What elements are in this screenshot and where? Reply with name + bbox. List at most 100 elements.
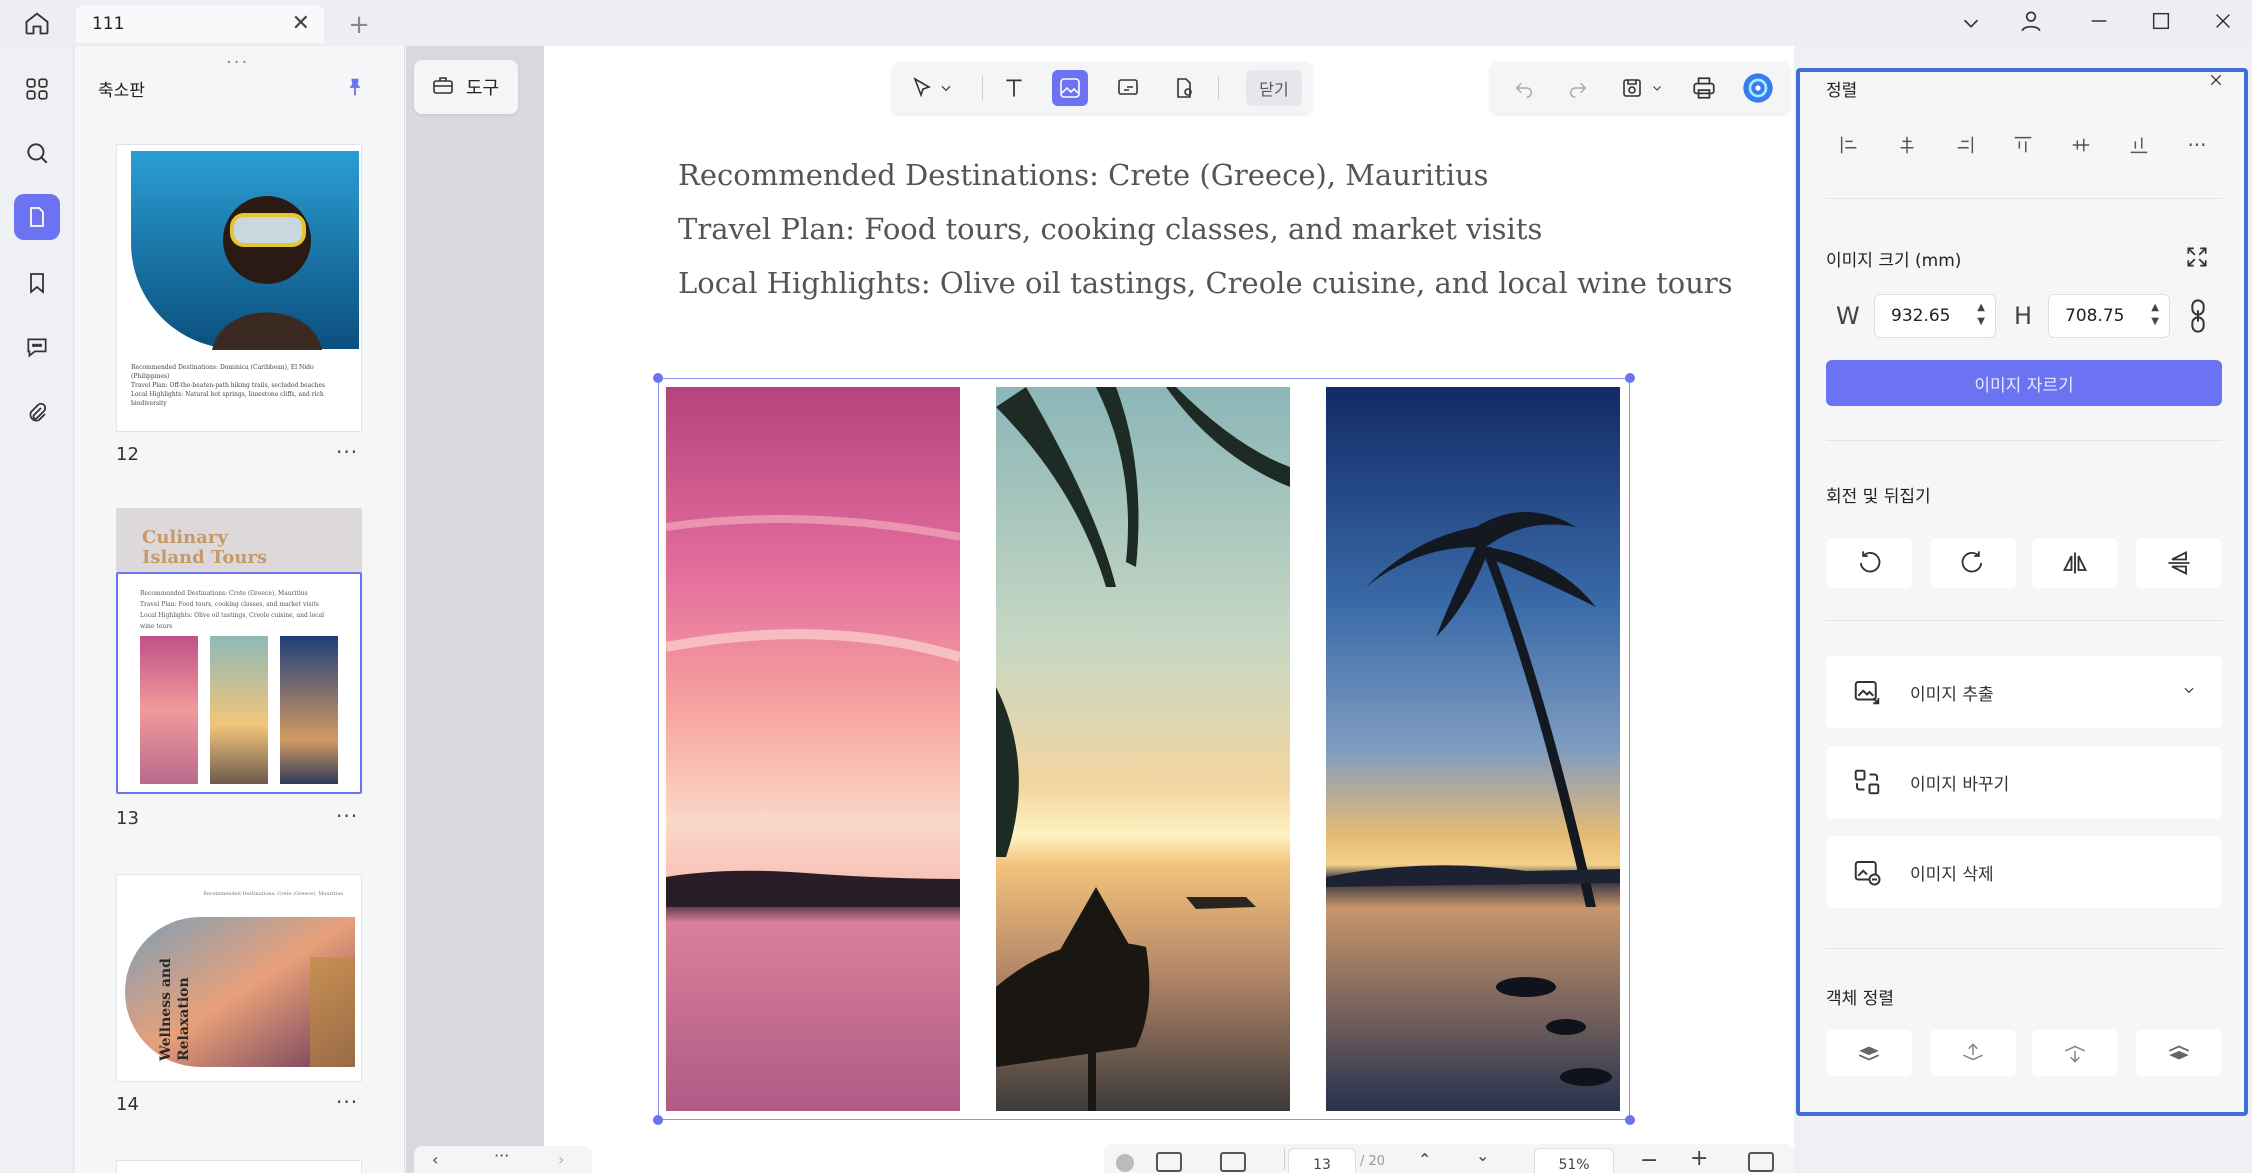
bring-forward-button[interactable] (1930, 1030, 2016, 1076)
send-backward-button[interactable] (2032, 1030, 2118, 1076)
bring-forward-icon (1962, 1043, 1984, 1061)
minimize-icon[interactable] (2082, 4, 2116, 38)
close-edit-button[interactable]: 닫기 (1246, 70, 1302, 106)
thumbnail-text-line: Recommended Destinations: Crete (Greece)… (140, 590, 308, 597)
bring-to-front-button[interactable] (1826, 1030, 1912, 1076)
save-icon[interactable] (1614, 70, 1650, 106)
undo-icon[interactable] (1506, 70, 1542, 106)
print-icon[interactable] (1686, 70, 1722, 106)
resize-handle[interactable] (653, 1115, 663, 1125)
maximize-icon[interactable] (2144, 4, 2178, 38)
page-thumbnail-13[interactable]: Culinary Island Tours Recommended Destin… (116, 508, 362, 794)
link-tool-icon[interactable] (1110, 70, 1146, 106)
home-icon[interactable] (20, 6, 54, 40)
bookmark-icon[interactable] (14, 260, 60, 306)
document-tab[interactable]: 111 ✕ (76, 5, 324, 43)
page-number-input[interactable]: 13 (1288, 1148, 1356, 1173)
image-properties-panel (1796, 68, 2248, 1116)
redo-icon[interactable] (1560, 70, 1596, 106)
zoom-out-icon[interactable]: − (1640, 1148, 1658, 1173)
align-bottom-icon[interactable] (2124, 130, 2154, 160)
crop-image-button[interactable]: 이미지 자르기 (1826, 360, 2222, 406)
align-center-horizontal-icon[interactable] (1892, 130, 1922, 160)
document-text-line[interactable]: Local Highlights: Olive oil tastings, Cr… (678, 266, 1733, 300)
page-thumbnail-12[interactable]: Recommended Destinations: Dominica (Cari… (116, 144, 362, 432)
pin-icon[interactable] (340, 72, 370, 102)
more-align-icon[interactable]: ··· (2182, 130, 2212, 160)
chevron-down-icon[interactable] (1648, 70, 1666, 106)
resize-handle[interactable] (1625, 373, 1635, 383)
new-tab-icon[interactable]: + (342, 8, 376, 42)
flip-vertical-button[interactable] (2136, 538, 2222, 588)
lock-aspect-ratio-icon[interactable] (2184, 296, 2212, 336)
select-cursor-icon[interactable] (904, 70, 940, 106)
chevron-up-icon[interactable]: ⌃ (1418, 1150, 1431, 1169)
replace-image-button[interactable]: 이미지 바꾸기 (1826, 746, 2222, 818)
align-top-icon[interactable] (2008, 130, 2038, 160)
image-tool-icon[interactable] (1052, 70, 1088, 106)
thumbnail-text-line: Travel Plan: Food tours, cooking classes… (140, 601, 319, 608)
chevron-down-icon[interactable]: ⌄ (1476, 1146, 1489, 1165)
chevron-down-icon[interactable] (936, 70, 956, 106)
more-icon[interactable]: ··· (494, 1146, 509, 1165)
document-text-line[interactable]: Travel Plan: Food tours, cooking classes… (678, 212, 1542, 246)
close-panel-icon[interactable] (2204, 68, 2228, 92)
text-tool-icon[interactable] (996, 70, 1032, 106)
chevron-down-icon[interactable] (1954, 6, 1988, 40)
search-icon[interactable] (14, 130, 60, 176)
grid-icon[interactable] (14, 66, 60, 112)
resize-handle[interactable] (653, 373, 663, 383)
watermark-tool-icon[interactable] (1166, 70, 1202, 106)
height-input[interactable]: 708.75 ▲ ▼ (2048, 294, 2170, 338)
align-center-vertical-icon[interactable] (2066, 130, 2096, 160)
page-layout-icon[interactable] (1156, 1152, 1182, 1172)
zoom-in-icon[interactable]: + (1690, 1146, 1708, 1171)
page-nav-bar: ‹ ··· › (414, 1146, 592, 1173)
pages-icon[interactable] (14, 194, 60, 240)
align-right-icon[interactable] (1950, 130, 1980, 160)
panel-divider (1826, 440, 2222, 441)
flip-horizontal-button[interactable] (2032, 538, 2118, 588)
tools-button[interactable]: 도구 (414, 60, 518, 114)
chevron-right-icon[interactable]: › (558, 1150, 564, 1169)
attachment-icon[interactable] (14, 390, 60, 436)
toolbox-icon (430, 73, 456, 102)
fit-page-icon[interactable] (1748, 1152, 1774, 1172)
stepper-icon[interactable]: ▲ ▼ (1977, 301, 1985, 329)
extract-image-button[interactable]: 이미지 추출 (1826, 656, 2222, 728)
close-window-icon[interactable] (2206, 4, 2240, 38)
fit-size-icon[interactable] (2180, 240, 2214, 274)
width-input[interactable]: 932.65 ▲ ▼ (1874, 294, 1996, 338)
drag-handle-icon[interactable]: ··· (226, 52, 249, 73)
page-more-icon[interactable]: ··· (336, 1090, 358, 1114)
close-tab-icon[interactable]: ✕ (292, 11, 310, 36)
stepper-icon[interactable]: ▲ ▼ (2151, 301, 2159, 329)
width-label: W (1836, 302, 1860, 330)
page-more-icon[interactable]: ··· (336, 440, 358, 464)
reading-mode-icon[interactable] (1116, 1154, 1134, 1172)
comment-icon[interactable] (14, 324, 60, 370)
left-rail (0, 46, 74, 1173)
page-thumbnail-15[interactable] (116, 1160, 362, 1173)
ai-assistant-icon[interactable] (1740, 70, 1776, 106)
user-icon[interactable] (2014, 4, 2048, 38)
toolbar-divider (1284, 1148, 1285, 1170)
zoom-level[interactable]: 51% (1534, 1148, 1614, 1173)
document-text-line[interactable]: Recommended Destinations: Crete (Greece)… (678, 158, 1489, 192)
single-page-icon[interactable] (1220, 1152, 1246, 1172)
resize-handle[interactable] (1625, 1115, 1635, 1125)
rotate-right-icon (1961, 551, 1983, 573)
thumbnail-image (140, 636, 338, 784)
page-more-icon[interactable]: ··· (336, 804, 358, 828)
rotate-right-button[interactable] (1930, 538, 2016, 588)
toolbar-divider (982, 76, 983, 100)
rotate-left-button[interactable] (1826, 538, 1912, 588)
page-thumbnail-14[interactable]: Recommended Destinations: Crete (Greece)… (116, 874, 362, 1082)
chevron-down-icon[interactable] (2182, 682, 2196, 702)
chevron-left-icon[interactable]: ‹ (432, 1150, 438, 1169)
delete-image-button[interactable]: 이미지 삭제 (1826, 836, 2222, 908)
align-left-icon[interactable] (1834, 130, 1864, 160)
image-delete-icon (1854, 861, 1881, 886)
send-to-back-button[interactable] (2136, 1030, 2222, 1076)
tools-label: 도구 (466, 78, 500, 99)
